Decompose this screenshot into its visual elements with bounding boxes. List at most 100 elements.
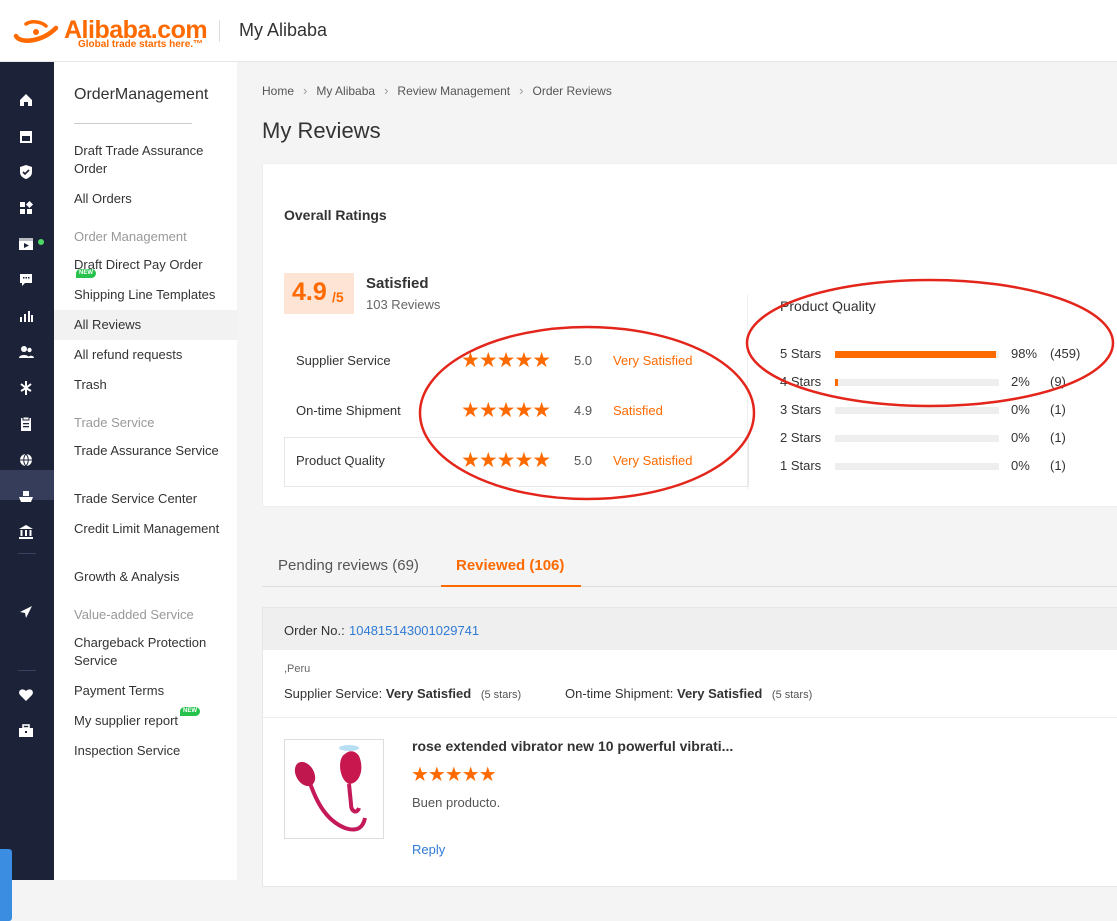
my-alibaba-title[interactable]: My Alibaba [239, 20, 327, 41]
sidebar-item-label: My supplier report [74, 713, 179, 728]
sidebar-item-trade-service-center[interactable]: Trade Service Center [74, 490, 224, 508]
apps-icon[interactable] [17, 199, 35, 217]
sidebar-item-growth-analysis[interactable]: Growth & Analysis [74, 568, 224, 586]
on-time-shipment-stars: (5 stars) [771, 689, 813, 701]
logo-tagline: Global trade starts here.™ [78, 39, 204, 50]
rating-text: Very Satisfied [613, 353, 693, 368]
alibaba-logo[interactable]: Alibaba.com Global trade starts here.™ [12, 14, 212, 50]
ship-icon[interactable] [17, 487, 35, 505]
sidebar-item-my-supplier-report[interactable]: My supplier reportNEW [74, 707, 224, 730]
globe-icon[interactable] [17, 451, 35, 469]
send-icon[interactable] [17, 603, 35, 621]
on-time-shipment-rating: On-time Shipment: Very Satisfied (5 star… [565, 686, 812, 701]
sidebar-item-payment-terms[interactable]: Payment Terms [74, 682, 224, 700]
sidebar-item-inspection-service[interactable]: Inspection Service [74, 742, 224, 760]
distribution-bar [835, 407, 999, 414]
overall-review-count: 103 Reviews [366, 297, 441, 312]
sidebar-item-shipping-line-templates[interactable]: Shipping Line Templates [74, 286, 224, 304]
chart-icon[interactable] [17, 307, 35, 325]
breadcrumb-my-alibaba[interactable]: My Alibaba [316, 84, 375, 98]
distribution-bar [835, 435, 999, 442]
chevron-right-icon: › [303, 83, 308, 98]
distribution-percent: 0% [1011, 430, 1030, 445]
star-rating-icon: ★★★★★ [461, 349, 551, 372]
sidebar-item-trash[interactable]: Trash [74, 376, 224, 394]
reply-link[interactable]: Reply [412, 842, 445, 857]
supplier-service-value: Very Satisfied [385, 686, 472, 701]
briefcase-icon[interactable] [17, 722, 35, 740]
new-badge: NEW [180, 707, 201, 716]
order-header: Order No.: 104815143001029741 [263, 608, 1117, 650]
rating-label: Product Quality [296, 453, 385, 468]
clipboard-icon[interactable] [17, 415, 35, 433]
chevron-right-icon: › [384, 83, 389, 98]
star-rating-icon: ★★★★★ [461, 399, 551, 422]
distribution-count: (1) [1050, 402, 1066, 417]
sidebar-item-credit-limit-management[interactable]: Credit Limit Management [74, 520, 224, 538]
distribution-bar [835, 351, 999, 358]
on-time-shipment-label: On-time Shipment: [565, 686, 674, 701]
supplier-service-rating: Supplier Service: Very Satisfied (5 star… [284, 686, 521, 701]
video-icon[interactable] [17, 235, 35, 253]
store-icon[interactable] [17, 127, 35, 145]
supplier-service-stars: (5 stars) [480, 689, 522, 701]
buyer-location: ,Peru [284, 663, 311, 675]
rating-text: Satisfied [613, 403, 663, 418]
overall-score-label: Satisfied [366, 275, 429, 292]
sidebar-item-all-reviews[interactable]: All Reviews [74, 316, 224, 334]
star-distribution-row: 3 Stars 0% (1) [780, 400, 1100, 420]
sidebar-title: OrderManagement [74, 86, 209, 103]
overall-score-box: 4.9 /5 [284, 273, 354, 314]
review-tabs: Pending reviews (69) Reviewed (106) [262, 540, 1117, 587]
sidebar-item-chargeback-protection-service[interactable]: Chargeback Protection Service [74, 634, 224, 670]
people-icon[interactable] [17, 343, 35, 361]
distribution-bar [835, 463, 999, 470]
distribution-percent: 0% [1011, 402, 1030, 417]
distribution-bar [835, 379, 999, 386]
rating-score: 5.0 [574, 453, 593, 468]
rail-divider [18, 553, 36, 554]
home-icon[interactable] [17, 91, 35, 109]
header-divider [219, 20, 220, 42]
chevron-right-icon: › [519, 83, 524, 98]
sidebar-group-value-added-service: Value-added Service [74, 607, 194, 622]
breadcrumb-home[interactable]: Home [262, 84, 294, 98]
rail-side-tab[interactable] [0, 849, 12, 921]
supplier-service-label: Supplier Service: [284, 686, 383, 701]
bank-icon[interactable] [17, 523, 35, 541]
shield-icon[interactable] [17, 163, 35, 181]
product-name-link[interactable]: rose extended vibrator new 10 powerful v… [412, 738, 733, 754]
product-thumbnail[interactable] [284, 739, 384, 839]
sidebar-group-trade-service: Trade Service [74, 415, 155, 430]
star-distribution-row: 2 Stars 0% (1) [780, 428, 1100, 448]
rating-score: 4.9 [574, 403, 593, 418]
on-time-shipment-value: Very Satisfied [677, 686, 763, 701]
sidebar-title-divider [74, 123, 192, 124]
distribution-count: (9) [1050, 374, 1066, 389]
star-level-label: 5 Stars [780, 346, 822, 361]
tab-reviewed[interactable]: Reviewed (106) [456, 557, 564, 574]
order-review-card: Order No.: 104815143001029741 ,Peru Supp… [262, 607, 1117, 887]
breadcrumb-review-management[interactable]: Review Management [397, 84, 510, 98]
star-level-label: 2 Stars [780, 430, 822, 445]
overall-score-denominator: /5 [332, 289, 344, 305]
rating-label: Supplier Service [296, 353, 391, 368]
distribution-count: (1) [1050, 430, 1066, 445]
sidebar-item-draft-trade-assurance-order[interactable]: Draft Trade Assurance Order [74, 142, 224, 178]
sidebar-item-all-orders[interactable]: All Orders [74, 190, 224, 208]
notification-dot [38, 239, 44, 245]
order-number-link[interactable]: 104815143001029741 [349, 623, 479, 638]
fork-icon[interactable] [17, 379, 35, 397]
order-management-sidebar: OrderManagement Draft Trade Assurance Or… [54, 62, 237, 880]
distribution-percent: 2% [1011, 374, 1030, 389]
distribution-percent: 98% [1011, 346, 1038, 361]
star-rating-icon: ★★★★★ [411, 764, 497, 786]
main-content: Home › My Alibaba › Review Management › Order … [238, 62, 1117, 887]
chat-icon[interactable] [17, 271, 35, 289]
overall-ratings-title: Overall Ratings [284, 207, 387, 223]
tab-pending-reviews[interactable]: Pending reviews (69) [278, 557, 419, 574]
sidebar-item-trade-assurance-service[interactable]: Trade Assurance Service [74, 442, 224, 460]
sidebar-item-all-refund-requests[interactable]: All refund requests [74, 346, 224, 364]
heart-icon[interactable] [17, 686, 35, 704]
rating-row-product-quality[interactable]: Product Quality ★★★★★ 5.0 Very Satisfied [284, 437, 749, 487]
